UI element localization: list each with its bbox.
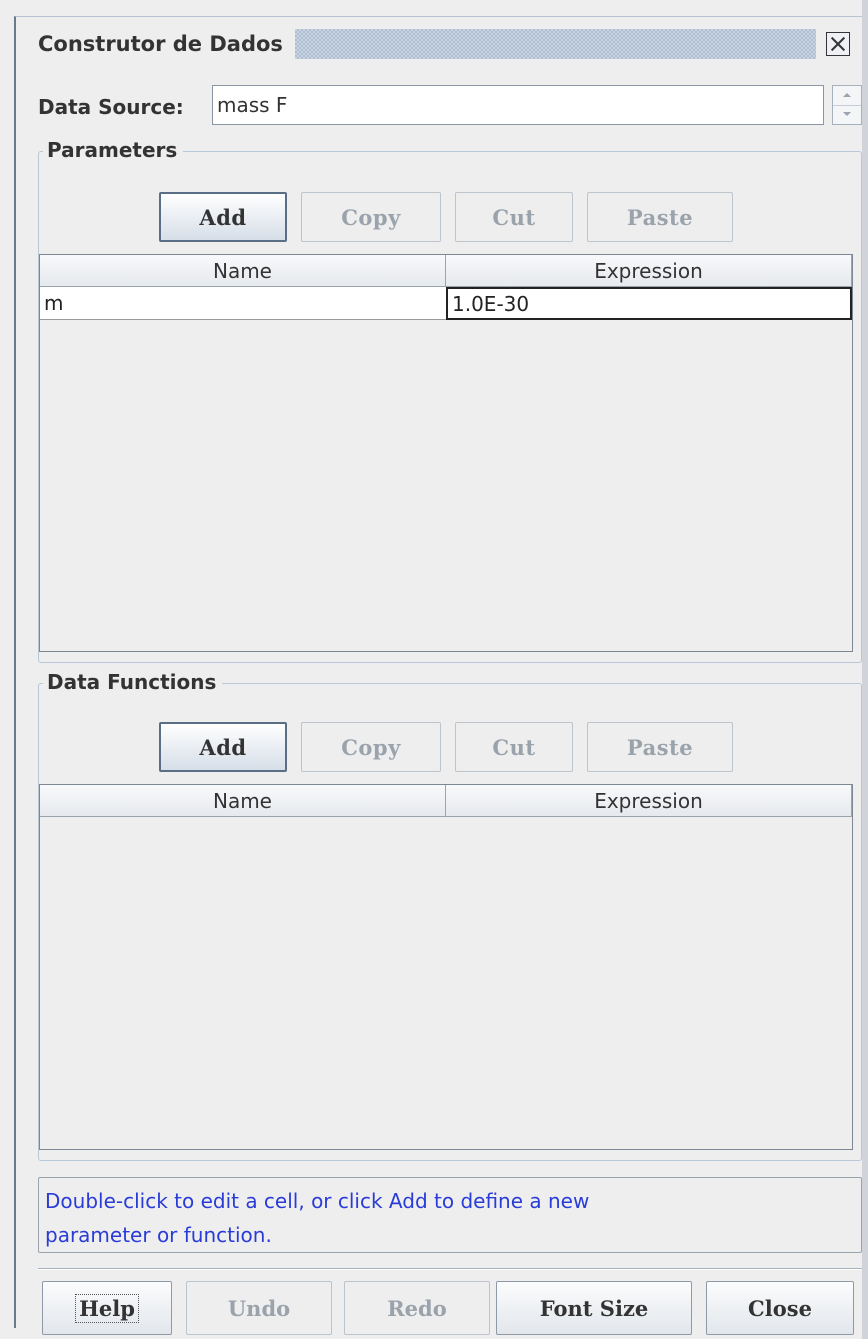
window-title: Construtor de Dados (38, 32, 283, 56)
window-edge (862, 0, 868, 1339)
data-source-spinner (832, 85, 862, 125)
functions-cut-button[interactable]: Cut (455, 722, 573, 772)
title-bar-grip (294, 29, 816, 59)
hint-text-area: Double-click to edit a cell, or click Ad… (38, 1177, 862, 1253)
data-functions-table-header: Name Expression (40, 785, 852, 817)
column-header-expression[interactable]: Expression (446, 255, 852, 287)
close-button[interactable]: Close (706, 1281, 854, 1335)
parameters-title: Parameters (43, 138, 184, 162)
background-strip (0, 0, 868, 16)
hint-line-2: parameter or function. (45, 1223, 272, 1247)
column-header-expression[interactable]: Expression (446, 785, 852, 817)
data-source-label: Data Source: (38, 95, 184, 119)
close-icon[interactable] (826, 32, 850, 56)
parameters-panel: Parameters Add Copy Cut Paste Name Expre… (38, 138, 862, 663)
parameters-paste-button[interactable]: Paste (587, 192, 733, 242)
font-size-button[interactable]: Font Size (496, 1281, 692, 1335)
spinner-up-icon[interactable] (833, 86, 861, 106)
undo-button[interactable]: Undo (186, 1281, 332, 1335)
data-source-field[interactable] (212, 85, 824, 125)
parameters-add-button[interactable]: Add (159, 192, 287, 242)
hint-line-1: Double-click to edit a cell, or click Ad… (45, 1189, 590, 1213)
help-button[interactable]: Help (42, 1281, 172, 1335)
data-functions-title: Data Functions (43, 670, 223, 694)
functions-paste-button[interactable]: Paste (587, 722, 733, 772)
data-functions-table: Name Expression (39, 784, 853, 1150)
data-source-row: Data Source: (38, 85, 862, 129)
functions-copy-button[interactable]: Copy (301, 722, 441, 772)
cell-expression[interactable]: 1.0E-30 (446, 287, 852, 320)
data-builder-window: Construtor de Dados Data Source: Paramet… (14, 16, 862, 1335)
parameters-copy-button[interactable]: Copy (301, 192, 441, 242)
cell-name[interactable]: m (40, 287, 446, 320)
parameters-table: Name Expression m 1.0E-30 (39, 254, 853, 652)
functions-add-button[interactable]: Add (159, 722, 287, 772)
parameters-table-header: Name Expression (40, 255, 852, 287)
redo-button[interactable]: Redo (344, 1281, 490, 1335)
footer-divider-highlight (38, 1269, 862, 1270)
table-row[interactable]: m 1.0E-30 (40, 287, 852, 320)
title-bar[interactable]: Construtor de Dados (16, 17, 862, 71)
column-header-name[interactable]: Name (40, 255, 446, 287)
help-button-label: Help (75, 1293, 139, 1323)
parameters-cut-button[interactable]: Cut (455, 192, 573, 242)
data-functions-panel: Data Functions Add Copy Cut Paste Name E… (38, 670, 862, 1161)
column-header-name[interactable]: Name (40, 785, 446, 817)
spinner-down-icon[interactable] (833, 105, 861, 124)
